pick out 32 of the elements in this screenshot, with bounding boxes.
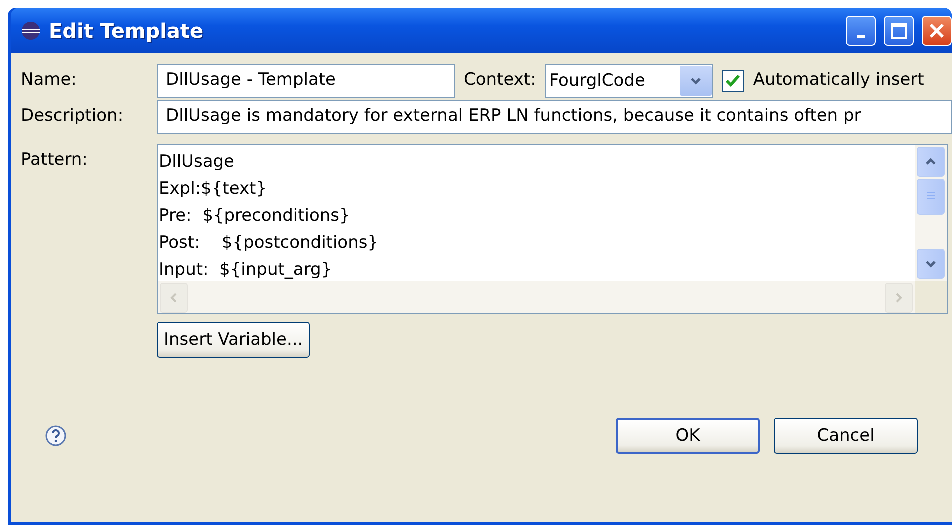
- minimize-button[interactable]: [846, 16, 876, 46]
- description-field[interactable]: DllUsage is mandatory for external ERP LN functions, because it contains often pr: [157, 100, 952, 134]
- scrollbar-corner: [915, 281, 947, 313]
- name-field[interactable]: DllUsage - Template: [157, 64, 455, 98]
- auto-insert-checkbox[interactable]: [722, 70, 744, 92]
- scroll-thumb[interactable]: [917, 179, 945, 215]
- name-label: Name:: [21, 69, 78, 90]
- context-value: FourglCode: [549, 71, 646, 91]
- eclipse-logo-icon: [21, 20, 41, 40]
- close-icon: [929, 22, 945, 38]
- context-dropdown[interactable]: FourglCode: [545, 64, 714, 98]
- scroll-down-button[interactable]: [917, 249, 945, 279]
- pattern-label: Pattern:: [21, 149, 89, 170]
- context-label: Context:: [464, 69, 536, 90]
- pattern-line: Post: ${postconditions}: [159, 232, 380, 255]
- dialog-button[interactable]: OK: [616, 418, 760, 454]
- maximize-icon: [890, 22, 908, 40]
- description-label: Description:: [21, 105, 125, 126]
- scroll-up-button[interactable]: [917, 147, 945, 177]
- pattern-line: Input: ${input_arg}: [159, 259, 334, 281]
- insert-variable-button[interactable]: Insert Variable...: [157, 322, 310, 358]
- auto-insert-label: Automatically insert: [753, 69, 924, 90]
- window-title: Edit Template: [49, 18, 205, 42]
- minimize-icon: [857, 35, 865, 38]
- pattern-line: Expl:${text}: [159, 178, 268, 201]
- pattern-line: Pre: ${preconditions}: [159, 205, 352, 228]
- pattern-line: DllUsage: [159, 151, 236, 174]
- dialog-button[interactable]: Cancel: [774, 418, 918, 454]
- pattern-editor[interactable]: DllUsage Expl:${text} Pre: ${preconditions} Post: ${postconditions} Input: ${input_arg}: [157, 144, 948, 314]
- help-icon[interactable]: [45, 425, 67, 447]
- close-button[interactable]: [922, 16, 952, 46]
- maximize-button[interactable]: [884, 16, 914, 46]
